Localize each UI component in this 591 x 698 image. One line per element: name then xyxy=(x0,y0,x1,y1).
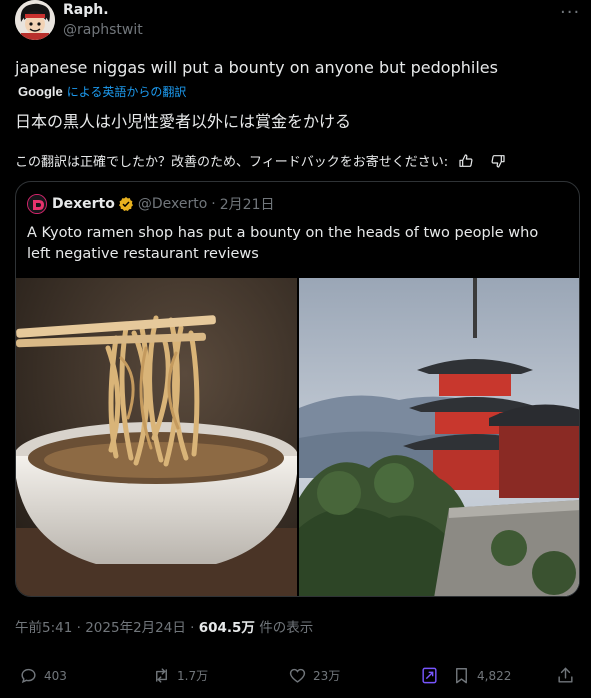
reply-icon xyxy=(21,668,36,684)
author-name[interactable]: Raph. xyxy=(63,2,109,18)
grok-icon xyxy=(422,667,437,684)
thumbs-down-icon[interactable] xyxy=(490,153,506,169)
meta-separator: · xyxy=(76,620,81,636)
thumbs-up-icon[interactable] xyxy=(458,153,474,169)
author-handle[interactable]: @raphstwit xyxy=(63,22,143,38)
translated-text: 日本の黒人は小児性愛者以外には賞金をかける xyxy=(15,112,352,131)
pagoda-image xyxy=(299,278,579,596)
kyoto-temple-photo[interactable] xyxy=(299,278,579,596)
quoted-author-name[interactable]: Dexerto xyxy=(52,196,115,212)
translation-attribution: Google による英語からの翻訳 xyxy=(18,83,186,100)
google-logo: Google xyxy=(18,84,63,99)
view-count: 604.5万 xyxy=(198,620,255,636)
feedback-prompt: この翻訳は正確でしたか？改善のため、フィードバックをお寄せください: xyxy=(15,155,449,170)
dexerto-logo-icon xyxy=(28,195,46,213)
quoted-separator: · xyxy=(211,196,216,212)
quoted-date[interactable]: 2月21日 xyxy=(220,194,275,214)
reply-count: 403 xyxy=(44,668,67,683)
verified-badge-icon xyxy=(118,197,133,211)
share-button[interactable] xyxy=(556,666,575,685)
reply-button[interactable]: 403 xyxy=(19,666,67,685)
quoted-tweet-header: Dexerto @Dexerto · 2月21日 xyxy=(27,194,274,214)
like-button[interactable]: 23万 xyxy=(288,666,340,685)
quoted-author-handle[interactable]: @Dexerto xyxy=(138,196,207,212)
tweet-date[interactable]: 2025年2月24日 xyxy=(85,620,186,636)
like-count: 23万 xyxy=(313,669,341,683)
quoted-tweet-card[interactable]: Dexerto @Dexerto · 2月21日 A Kyoto ramen s… xyxy=(15,181,580,597)
action-bar: 403 1.7万 23万 4,822 xyxy=(0,662,591,692)
repost-count: 1.7万 xyxy=(177,669,209,683)
meta-separator: · xyxy=(190,620,195,636)
tweet-text: japanese niggas will put a bounty on any… xyxy=(15,58,498,77)
share-icon xyxy=(558,667,573,683)
view-count-suffix: 件の表示 xyxy=(259,620,314,636)
tweet-time[interactable]: 午前5:41 xyxy=(15,620,72,636)
more-options-button[interactable]: ··· xyxy=(560,2,580,23)
avatar-image xyxy=(15,0,55,40)
repost-icon xyxy=(156,668,167,683)
like-icon xyxy=(289,668,306,683)
repost-button[interactable]: 1.7万 xyxy=(152,666,208,685)
avatar[interactable] xyxy=(15,0,55,40)
quoted-avatar xyxy=(27,194,47,214)
translation-feedback: この翻訳は正確でしたか？改善のため、フィードバックをお寄せください: xyxy=(15,151,506,170)
bookmark-icon xyxy=(456,668,467,684)
quoted-tweet-text: A Kyoto ramen shop has put a bounty on t… xyxy=(27,225,539,262)
ramen-photo[interactable] xyxy=(16,278,297,596)
ramen-image xyxy=(16,278,297,596)
tweet-metadata: 午前5:41 · 2025年2月24日 · 604.5万 件の表示 xyxy=(15,616,313,636)
translation-source-link[interactable]: による英語からの翻訳 xyxy=(67,83,187,100)
grok-button[interactable] xyxy=(420,666,439,685)
bookmark-button[interactable]: 4,822 xyxy=(452,666,511,685)
bookmark-count: 4,822 xyxy=(477,668,512,683)
